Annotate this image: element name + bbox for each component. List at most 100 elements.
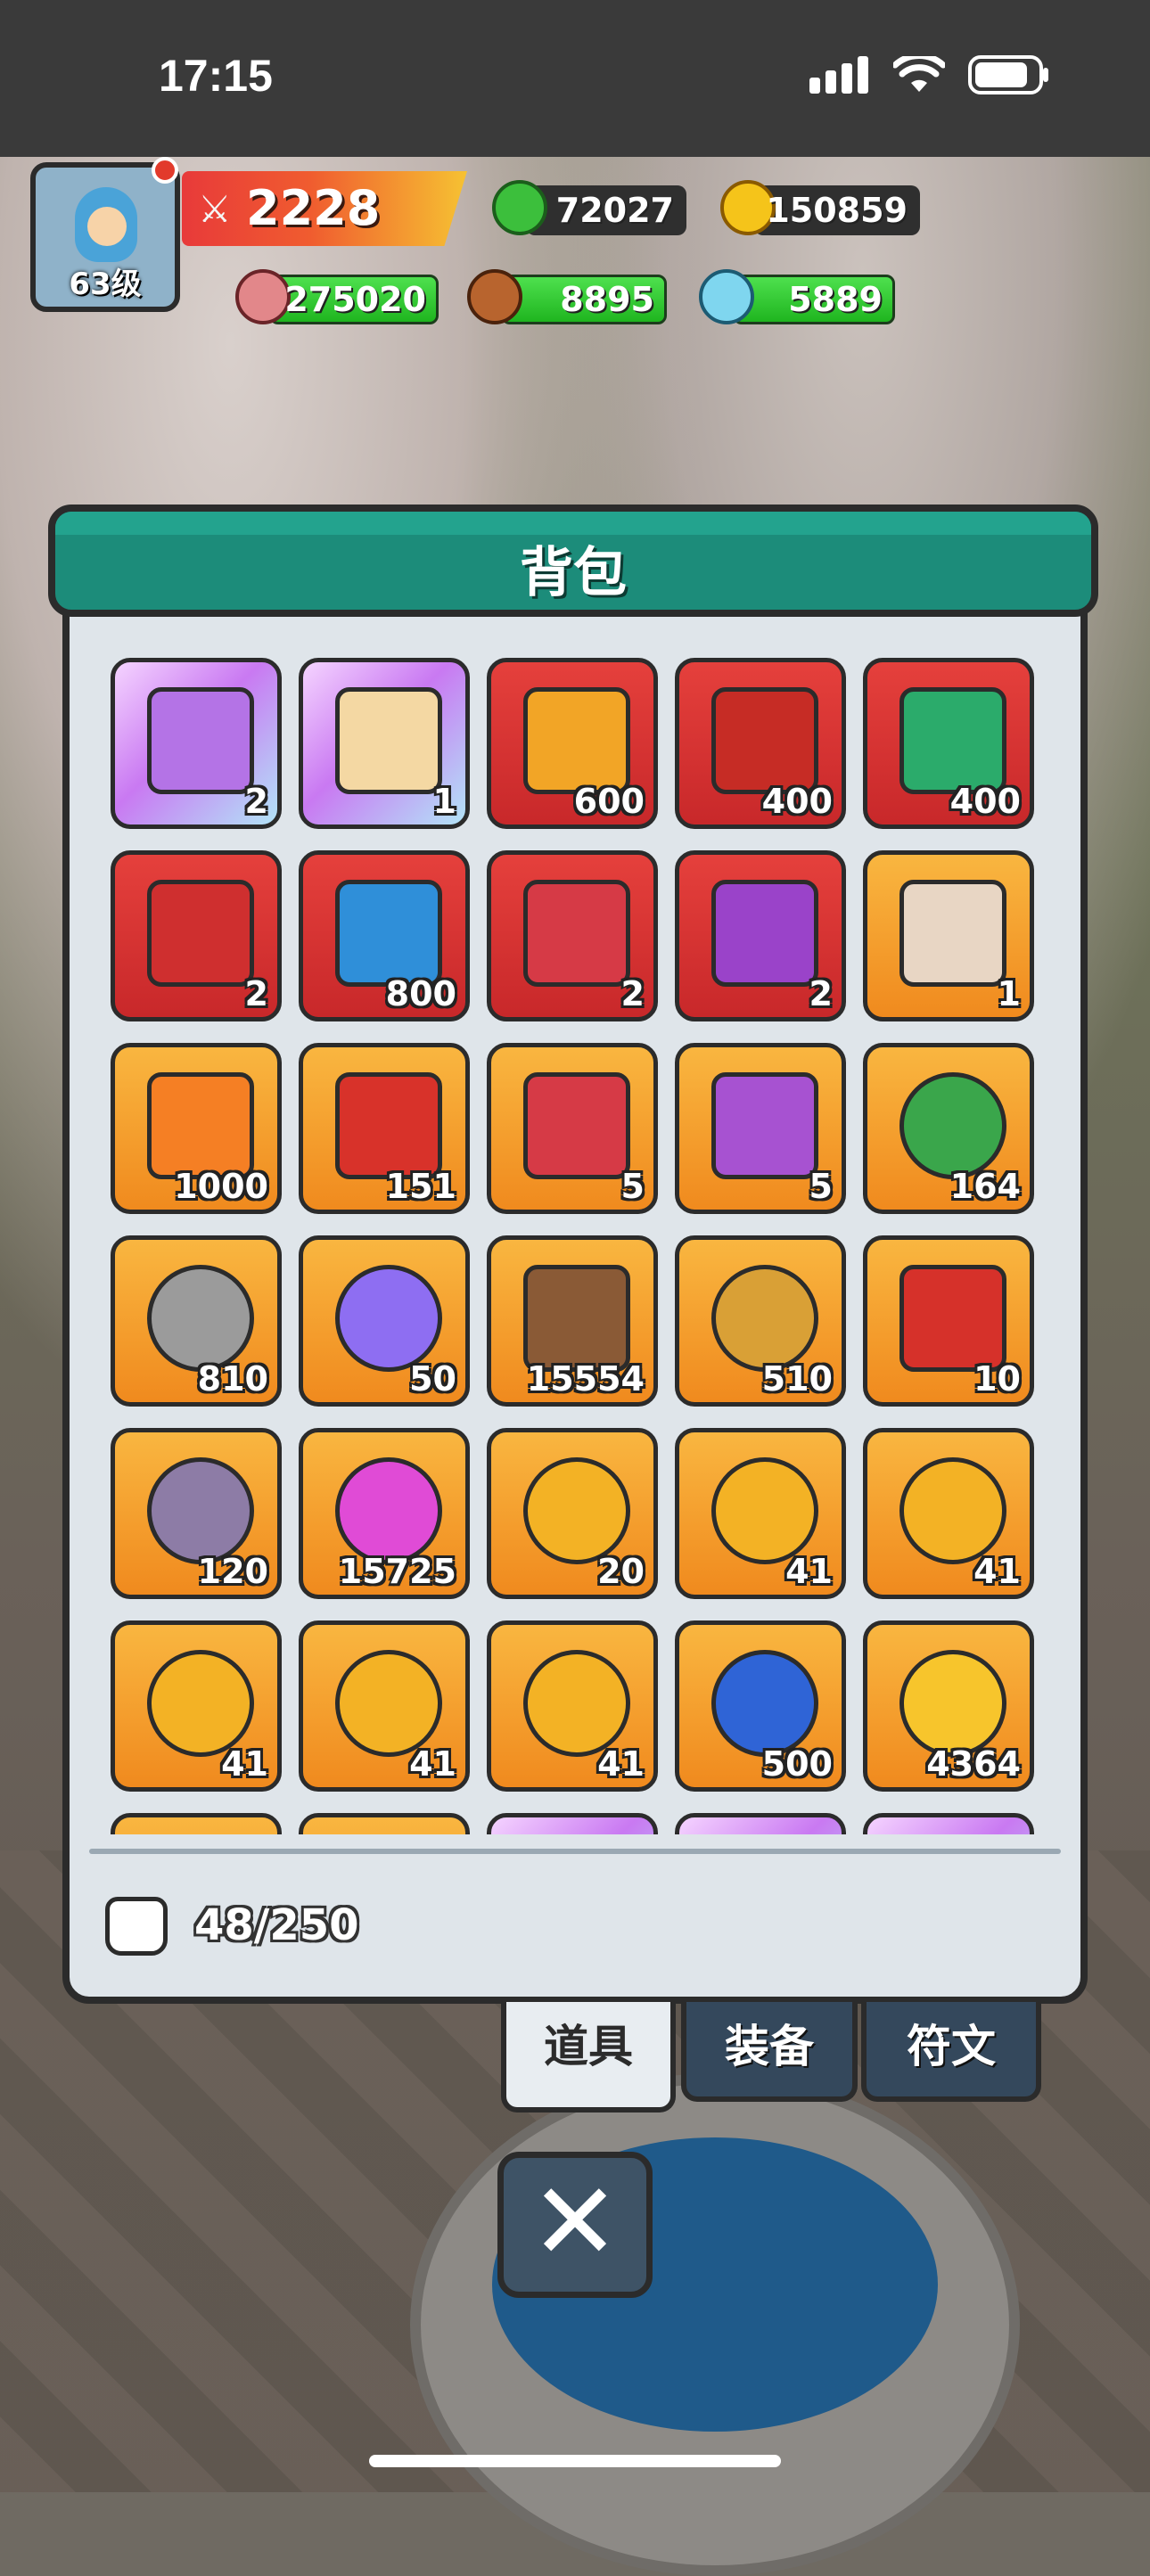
inventory-slot[interactable]: 500 (675, 1620, 846, 1792)
item-count: 41 (221, 1744, 268, 1784)
item-count: 15554 (526, 1359, 645, 1399)
gems-resource[interactable]: 72027 (492, 180, 686, 235)
inventory-slot[interactable]: 4364 (863, 1620, 1034, 1792)
close-icon: ✕ (530, 2161, 620, 2285)
meat-value: 275020 (284, 280, 426, 319)
inventory-slot[interactable]: 120 (111, 1428, 282, 1599)
player-level: 63级 (69, 267, 142, 302)
item-count: 10 (973, 1359, 1021, 1399)
inventory-slot[interactable]: 510 (675, 1235, 846, 1407)
inventory-slot[interactable]: 151 (299, 1043, 470, 1214)
gold-value: 150859 (766, 191, 908, 230)
inventory-slot[interactable]: 2 (111, 850, 282, 1021)
inventory-slot[interactable]: 5 (675, 1043, 846, 1214)
blue-crystal-icon (699, 269, 754, 324)
close-button[interactable]: ✕ (497, 2152, 653, 2298)
inventory-slot[interactable] (863, 1813, 1034, 1834)
crossed-swords-icon: ⚔ (198, 187, 232, 231)
diamond-chest-icon (335, 1072, 442, 1179)
inventory-slot[interactable]: 41 (487, 1620, 658, 1792)
crystal-resource[interactable]: 5889 (699, 269, 895, 324)
inventory-slot[interactable]: 15725 (299, 1428, 470, 1599)
inventory-slot[interactable] (299, 1813, 470, 1834)
item-count: 15725 (338, 1552, 456, 1591)
backpack-icon (105, 1897, 168, 1956)
inventory-slot[interactable]: 810 (111, 1235, 282, 1407)
wood-log-icon (467, 269, 522, 324)
item-count: 20 (597, 1552, 645, 1591)
notification-dot (152, 157, 178, 184)
wood-resource[interactable]: 8895 (467, 269, 667, 324)
backpack-header: 背包 (48, 505, 1098, 617)
inventory-slot[interactable]: 1 (863, 850, 1034, 1021)
purple-star-chest-icon (711, 880, 818, 987)
player-avatar[interactable]: 63级 (30, 162, 180, 312)
pink-gem-icon (335, 1457, 442, 1564)
inventory-slot[interactable]: 1000 (111, 1043, 282, 1214)
item-count: 164 (949, 1167, 1021, 1206)
item-count: 151 (385, 1167, 456, 1206)
hammer-icon (523, 1265, 630, 1372)
inventory-slot[interactable]: 15554 (487, 1235, 658, 1407)
inventory-slot[interactable]: 2 (487, 850, 658, 1021)
inventory-slot[interactable]: 400 (863, 658, 1034, 829)
item-count: 500 (761, 1744, 833, 1784)
inventory-slot[interactable]: 50 (299, 1235, 470, 1407)
inventory-slot[interactable]: 2 (111, 658, 282, 829)
gems-value: 72027 (555, 191, 674, 230)
home-indicator[interactable] (369, 2455, 781, 2467)
inventory-slot[interactable] (111, 1813, 282, 1834)
panel-divider (89, 1849, 1061, 1854)
inventory-slot[interactable]: 5 (487, 1043, 658, 1214)
inventory-slot[interactable] (487, 1813, 658, 1834)
inventory-slot[interactable]: 600 (487, 658, 658, 829)
status-time: 17:15 (159, 51, 273, 101)
panel-title: 背包 (520, 542, 627, 604)
tab-equipment[interactable]: 装备 (681, 2002, 858, 2102)
inventory-slot[interactable]: 41 (299, 1620, 470, 1792)
inventory-slot[interactable] (675, 1813, 846, 1834)
inventory-slot[interactable]: 2 (675, 850, 846, 1021)
item-count: 1000 (174, 1167, 268, 1206)
axe-coin-icon (523, 1650, 630, 1757)
rune-stone-icon (147, 1457, 254, 1564)
item-count: 510 (761, 1359, 833, 1399)
inventory-slot[interactable]: 400 (675, 658, 846, 829)
purple-crystal-icon (335, 1265, 442, 1372)
battery-icon (968, 55, 1048, 94)
item-count: 41 (409, 1744, 456, 1784)
hero-portrait-icon (335, 687, 442, 794)
power-value: 2228 (246, 180, 381, 236)
item-count: 2 (809, 974, 833, 1013)
crystal-value: 5889 (788, 280, 883, 319)
item-count: 4364 (926, 1744, 1021, 1784)
inventory-slot[interactable]: 41 (863, 1428, 1034, 1599)
item-count: 120 (197, 1552, 268, 1591)
power-bar: ⚔ 2228 (182, 171, 467, 246)
inventory-slot[interactable]: 41 (111, 1620, 282, 1792)
wood-value: 8895 (560, 280, 654, 319)
gold-resource[interactable]: 150859 (720, 180, 920, 235)
item-count: 2 (620, 974, 645, 1013)
item-count: 400 (949, 782, 1021, 821)
inventory-slot[interactable]: 41 (675, 1428, 846, 1599)
item-count: 50 (409, 1359, 456, 1399)
mystery-chest-open-icon (523, 1072, 630, 1179)
red-ticket-icon (899, 1265, 1006, 1372)
meat-resource[interactable]: 275020 (235, 269, 439, 324)
tab-runes[interactable]: 符文 (861, 2002, 1041, 2102)
stone-icon (147, 1265, 254, 1372)
inventory-slot[interactable]: 1 (299, 658, 470, 829)
item-count: 800 (385, 974, 456, 1013)
avatar-face (87, 207, 127, 246)
item-count: 2 (244, 782, 268, 821)
inventory-slot[interactable]: 164 (863, 1043, 1034, 1214)
mystery-chest-open-icon (523, 880, 630, 987)
item-count: 810 (197, 1359, 268, 1399)
inventory-slot[interactable]: 800 (299, 850, 470, 1021)
wifi-icon (893, 56, 945, 92)
tab-items[interactable]: 道具 (501, 2002, 676, 2112)
item-count: 41 (597, 1744, 645, 1784)
inventory-slot[interactable]: 20 (487, 1428, 658, 1599)
inventory-slot[interactable]: 10 (863, 1235, 1034, 1407)
